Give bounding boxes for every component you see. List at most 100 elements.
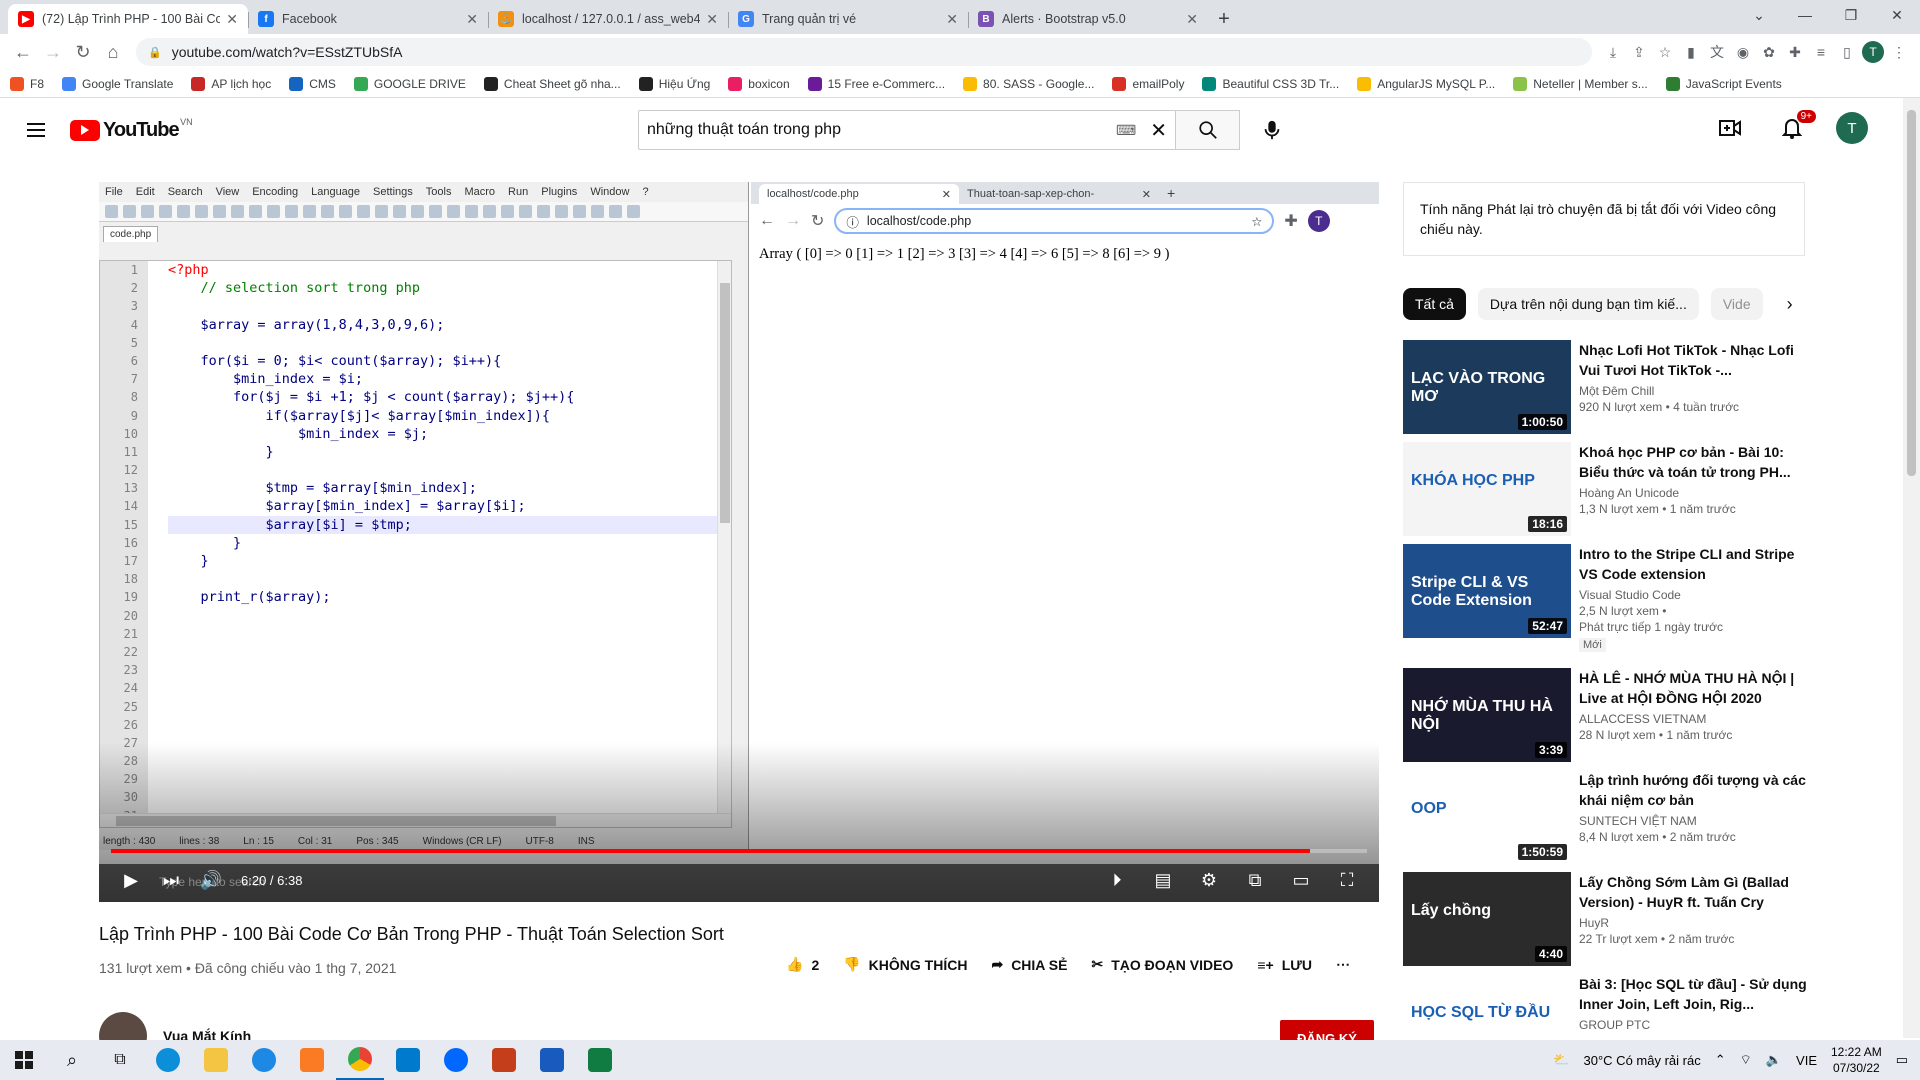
file-explorer-icon[interactable] (192, 1040, 240, 1080)
clip-button[interactable]: ✂ TẠO ĐOẠN VIDEO (1091, 956, 1233, 973)
chip-related-search[interactable]: Dựa trên nội dung bạn tìm kiế... (1477, 288, 1699, 320)
edge-icon[interactable] (144, 1040, 192, 1080)
close-tab-icon[interactable]: ✕ (1186, 11, 1198, 28)
minimize-button[interactable]: — (1782, 0, 1828, 30)
miniplayer-button[interactable]: ⧉ (1235, 860, 1275, 900)
side-panel-icon[interactable]: ▯ (1834, 39, 1860, 65)
speaker-icon[interactable]: 🔈 (1766, 1052, 1782, 1068)
video-title[interactable]: HÀ LÊ - NHỚ MÙA THU HÀ NỘI | Live at HỘI… (1579, 668, 1815, 708)
share-icon[interactable]: ⇪ (1626, 39, 1652, 65)
close-tab-icon[interactable]: ✕ (466, 11, 478, 28)
video-thumbnail[interactable]: OOP 1:50:59 (1403, 770, 1571, 864)
recommended-video[interactable]: LẠC VÀO TRONG MƠ 1:00:50 Nhạc Lofi Hot Tik… (1403, 340, 1823, 442)
user-avatar[interactable]: T (1836, 112, 1868, 144)
new-tab-button[interactable]: + (1208, 4, 1240, 34)
dislike-button[interactable]: 👎 KHÔNG THÍCH (843, 956, 967, 973)
color-extension-icon[interactable]: ✿ (1756, 39, 1782, 65)
video-player[interactable]: File Edit Search View Encoding Language Settin… (99, 182, 1379, 902)
youtube-logo[interactable]: YouTube VN (70, 117, 193, 142)
page-scrollbar[interactable] (1903, 98, 1920, 1038)
search-button[interactable] (1176, 110, 1240, 150)
video-progress-bar[interactable] (111, 849, 1367, 853)
bookmark-item[interactable]: Neteller | Member s... (1513, 76, 1648, 91)
video-thumbnail[interactable]: LẠC VÀO TRONG MƠ 1:00:50 (1403, 340, 1571, 434)
bookmark-item[interactable]: 15 Free e-Commerc... (807, 76, 945, 91)
channel-name[interactable]: HuyR (1579, 916, 1815, 930)
language-indicator[interactable]: VIE (1796, 1053, 1817, 1068)
settings-gear-icon[interactable]: ⚙ (1189, 860, 1229, 900)
taskbar-search-icon[interactable]: ⌕ (48, 1040, 96, 1080)
channel-name[interactable]: SUNTECH VIỆT NAM (1579, 814, 1815, 828)
channel-name[interactable]: ALLACCESS VIETNAM (1579, 712, 1815, 726)
bookmark-item[interactable]: Cheat Sheet gõ nha... (483, 76, 621, 91)
browser-tab-bootstrap[interactable]: B Alerts · Bootstrap v5.0 ✕ (968, 4, 1208, 34)
close-tab-icon[interactable]: ✕ (706, 11, 718, 28)
bookmark-item[interactable]: Beautiful CSS 3D Tr... (1202, 76, 1339, 91)
chrome-menu-icon[interactable]: ⋮ (1886, 39, 1912, 65)
video-thumbnail[interactable]: Stripe CLI & VS Code Extension 52:47 (1403, 544, 1571, 638)
share-button[interactable]: ➦ CHIA SẺ (991, 956, 1067, 973)
tray-expand-icon[interactable]: ⌃ (1715, 1052, 1726, 1068)
browser-tab-phpmyadmin[interactable]: ⚓ localhost / 127.0.0.1 / ass_web40 ✕ (488, 4, 728, 34)
channel-name[interactable]: Một Đêm Chill (1579, 384, 1815, 398)
keyboard-icon[interactable]: ⌨ (1116, 122, 1136, 139)
video-thumbnail[interactable]: Lấy chồng 4:40 (1403, 872, 1571, 966)
bookmark-star-icon[interactable]: ☆ (1652, 39, 1678, 65)
chips-next-arrow-icon[interactable]: › (1775, 288, 1805, 320)
video-title[interactable]: Intro to the Stripe CLI and Stripe VS Co… (1579, 544, 1815, 584)
close-tab-icon[interactable]: ✕ (226, 11, 238, 28)
zalo-icon[interactable] (432, 1040, 480, 1080)
restore-button[interactable]: ❐ (1828, 0, 1874, 30)
more-actions-button[interactable]: ⋯ (1336, 956, 1350, 973)
like-button[interactable]: 👍 2 (786, 956, 819, 973)
extension-icon[interactable]: ▮ (1678, 39, 1704, 65)
bookmark-item[interactable]: F8 (10, 76, 44, 91)
close-window-button[interactable]: ✕ (1874, 0, 1920, 30)
install-icon[interactable]: ⤓ (1600, 39, 1626, 65)
video-title[interactable]: Lấy Chồng Sớm Làm Gì (Ballad Version) - … (1579, 872, 1815, 912)
fullscreen-button[interactable]: ⛶ (1327, 860, 1367, 900)
bookmark-item[interactable]: AP lịch học (191, 76, 271, 91)
next-button[interactable]: ⏭ (151, 860, 191, 900)
bookmark-item[interactable]: GOOGLE DRIVE (353, 76, 466, 91)
weather-text[interactable]: 30°C Có mây rải rác (1584, 1053, 1701, 1068)
video-thumbnail[interactable]: NHỚ MÙA THU HÀ NỘI 3:39 (1403, 668, 1571, 762)
video-thumbnail[interactable]: KHÓA HỌC PHP 18:16 (1403, 442, 1571, 536)
autoplay-toggle[interactable]: ⏵ (1097, 860, 1137, 900)
recommended-video[interactable]: Lấy chồng 4:40 Lấy Chồng Sớm Làm Gì (Balla… (1403, 872, 1823, 974)
browser-tab-youtube[interactable]: ▶ (72) Lập Trình PHP - 100 Bài Cod ✕ (8, 4, 248, 34)
vscode-icon[interactable] (384, 1040, 432, 1080)
recommended-video[interactable]: KHÓA HỌC PHP 18:16 Khoá học PHP cơ bản - B… (1403, 442, 1823, 544)
browser-tab-facebook[interactable]: f Facebook ✕ (248, 4, 488, 34)
clock[interactable]: 12:22 AM 07/30/22 (1831, 1044, 1882, 1076)
save-button[interactable]: ≡+ LƯU (1257, 957, 1312, 973)
bookmark-item[interactable]: 80. SASS - Google... (963, 76, 1094, 91)
messenger-icon[interactable] (240, 1040, 288, 1080)
recommended-video[interactable]: OOP 1:50:59 Lập trình hướng đối tượng và c… (1403, 770, 1823, 872)
chrome-icon[interactable] (336, 1040, 384, 1080)
create-video-button[interactable] (1712, 110, 1748, 146)
browser-tab-admin[interactable]: G Trang quản trị vé ✕ (728, 4, 968, 34)
word-icon[interactable] (528, 1040, 576, 1080)
subtitles-button[interactable]: ▤ (1143, 860, 1183, 900)
notifications-button[interactable]: 9+ (1774, 110, 1816, 146)
search-input[interactable]: những thuật toán trong php ⌨ ✕ (638, 110, 1176, 150)
video-title[interactable]: Nhạc Lofi Hot TikTok - Nhạc Lofi Vui Tươ… (1579, 340, 1815, 380)
clear-search-icon[interactable]: ✕ (1150, 118, 1167, 143)
bookmark-item[interactable]: JavaScript Events (1665, 76, 1782, 91)
home-button[interactable]: ⌂ (98, 37, 128, 67)
video-title[interactable]: Bài 3: [Học SQL từ đầu] - Sử dụng Inner … (1579, 974, 1815, 1014)
recommended-video[interactable]: Stripe CLI & VS Code Extension 52:47 Intro… (1403, 544, 1823, 668)
notifications-icon[interactable]: ▭ (1896, 1052, 1908, 1068)
excel-icon[interactable] (576, 1040, 624, 1080)
reload-button[interactable]: ↻ (68, 37, 98, 67)
bookmark-item[interactable]: AngularJS MySQL P... (1357, 76, 1495, 91)
back-button[interactable]: ← (8, 37, 38, 67)
powerpoint-icon[interactable] (480, 1040, 528, 1080)
start-button[interactable] (0, 1040, 48, 1080)
recommended-video[interactable]: NHỚ MÙA THU HÀ NỘI 3:39 HÀ LÊ - NHỚ MÙA TH… (1403, 668, 1823, 770)
translate-extension-icon[interactable]: 文 (1704, 39, 1730, 65)
play-button[interactable]: ▶ (111, 860, 151, 900)
task-view-icon[interactable]: ⧉ (96, 1040, 144, 1080)
bookmark-item[interactable]: emailPoly (1112, 76, 1184, 91)
